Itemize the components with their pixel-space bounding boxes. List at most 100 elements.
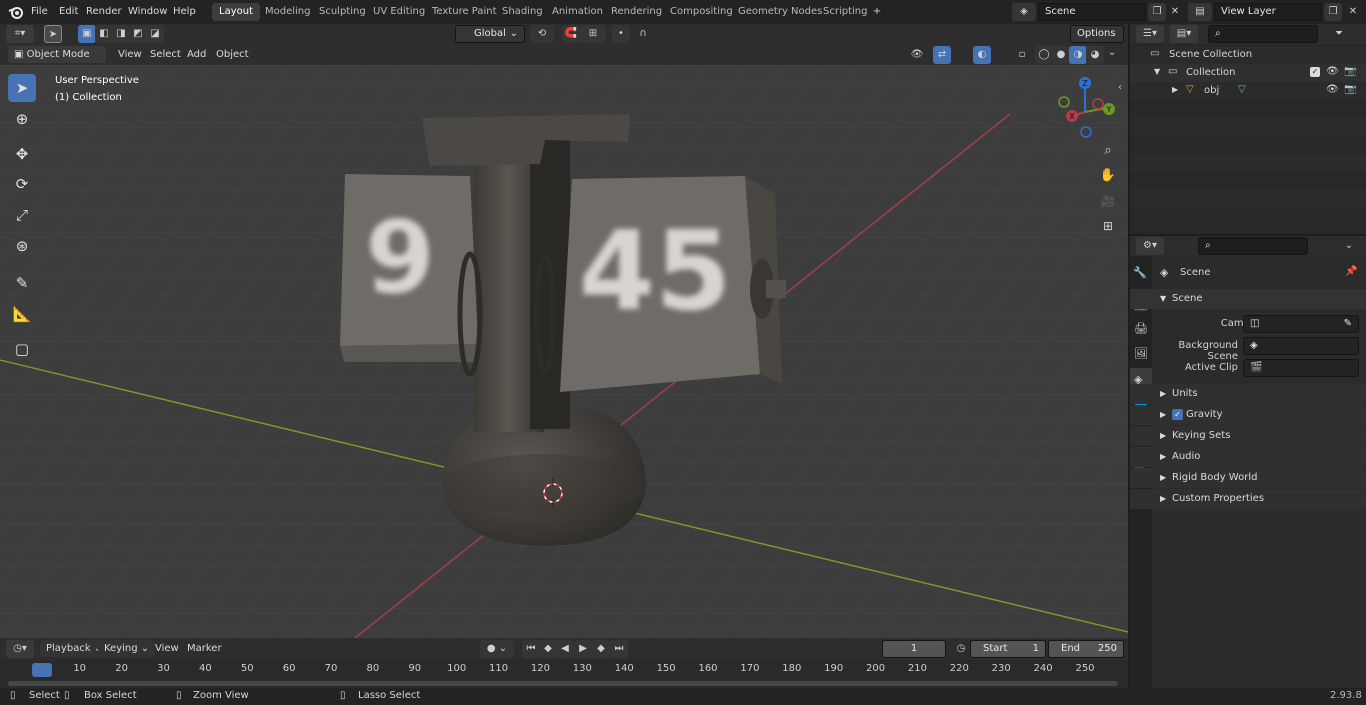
keying-sets-panel-header[interactable]: ▶ Keying Sets (1130, 426, 1366, 446)
rotate-tool-icon[interactable]: ⟳ (8, 170, 36, 198)
display-mode-icon[interactable]: ▤▾ (1170, 25, 1198, 43)
tab-animation[interactable]: Animation (545, 3, 610, 21)
camera-render-icon[interactable]: 📷 (1344, 84, 1356, 95)
blender-logo-icon[interactable] (8, 4, 24, 20)
tab-layout[interactable]: Layout (212, 3, 260, 21)
scene-field[interactable]: Scene (1038, 3, 1146, 21)
jump-keyframe-forward-icon[interactable]: ◆ (592, 640, 610, 658)
jump-end-icon[interactable]: ⏭ (610, 640, 628, 658)
pivot-point-icon[interactable]: ⟲ (530, 25, 554, 43)
mode-dropdown[interactable]: ▣ Object Mode (8, 46, 106, 63)
menu-edit[interactable]: Edit (54, 3, 83, 21)
tab-compositing[interactable]: Compositing (663, 3, 740, 21)
tool-tab-icon[interactable]: 🔧 (1133, 266, 1147, 279)
gravity-checkbox[interactable]: ✓ (1172, 409, 1183, 420)
eye-icon[interactable]: 👁 (1326, 66, 1339, 77)
timeline-track-area[interactable]: 1102030405060708090100110120130140150160… (0, 660, 1128, 688)
options-dropdown[interactable]: Options ⌄ (1070, 25, 1124, 55)
pin-icon[interactable]: 📌 (1345, 266, 1357, 277)
select-new-icon[interactable]: ▣ (78, 25, 96, 43)
outliner-editor-type-icon[interactable]: ☰▾ (1136, 25, 1164, 43)
wireframe-shading-icon[interactable]: ◯ (1035, 46, 1053, 64)
auto-keying-icon[interactable]: ● ⌄ (480, 640, 514, 658)
tab-scripting[interactable]: Scripting (816, 3, 874, 21)
properties-options-chevron-icon[interactable]: ⌄ (1340, 237, 1358, 255)
tab-shading[interactable]: Shading (495, 3, 550, 21)
shading-options-chevron-icon[interactable]: ⌄ (1108, 47, 1116, 58)
navigation-gizmo[interactable]: Z Y X (1052, 74, 1118, 140)
preview-range-clock-icon[interactable]: ◷ (952, 640, 970, 658)
rigid-body-world-panel-header[interactable]: ▶ Rigid Body World (1130, 468, 1366, 488)
xray-toggle-icon[interactable]: ▫ (1013, 46, 1031, 64)
add-workspace-icon[interactable]: + (868, 3, 886, 21)
exclude-checkbox[interactable]: ✓ (1310, 67, 1320, 77)
transform-orientation-dropdown[interactable]: Global ⌄ (455, 25, 525, 43)
snap-toggle-icon[interactable]: 🧲 (562, 25, 580, 43)
timeline-scrollbar[interactable] (8, 681, 1118, 686)
gravity-panel-header[interactable]: ▶ ✓ Gravity (1130, 405, 1366, 425)
background-scene-field[interactable]: ◈ (1243, 337, 1359, 355)
gizmo-toggle-icon[interactable]: ⇄ (933, 46, 951, 64)
filter-icon[interactable]: ⏷ (1326, 25, 1352, 43)
close-view-layer-icon[interactable]: ✕ (1344, 3, 1362, 21)
timeline-editor-type-icon[interactable]: ◷▾ (6, 640, 34, 658)
properties-search-input[interactable]: ⌕ (1198, 237, 1308, 255)
camera-view-icon[interactable]: 🎥 (1099, 192, 1117, 210)
visibility-filter-icon[interactable]: 👁 (904, 46, 930, 64)
add-cube-tool-icon[interactable]: ▢ (8, 335, 36, 363)
measure-tool-icon[interactable]: 📐 (8, 300, 36, 328)
outliner-row-scene-collection[interactable]: ▭ Scene Collection (1130, 46, 1366, 64)
jump-keyframe-back-icon[interactable]: ◆ (539, 640, 557, 658)
keying-menu[interactable]: Keying ⌄ (98, 640, 156, 657)
menu-object[interactable]: Object (210, 46, 255, 63)
menu-window[interactable]: Window (123, 3, 172, 21)
eye-icon[interactable]: 👁 (1326, 84, 1339, 95)
expand-arrow-icon[interactable]: ▶ (1172, 85, 1178, 94)
audio-panel-header[interactable]: ▶ Audio (1130, 447, 1366, 467)
new-scene-icon[interactable]: ❐ (1148, 3, 1166, 21)
scene-panel-header[interactable]: ▼ Scene (1130, 289, 1366, 309)
timeline-view-menu[interactable]: View (149, 640, 185, 657)
scale-tool-icon[interactable]: ⤢ (8, 201, 36, 229)
select-intersect-icon[interactable]: ◪ (146, 25, 164, 43)
editor-type-icon[interactable]: ⌗▾ (6, 25, 34, 43)
cursor-tool-icon[interactable]: ⊕ (8, 105, 36, 133)
menu-help[interactable]: Help (168, 3, 201, 21)
ortho-toggle-icon[interactable]: ⊞ (1099, 217, 1117, 235)
new-view-layer-icon[interactable]: ❐ (1324, 3, 1342, 21)
view-layer-tab-icon[interactable]: 🖼 (1134, 347, 1148, 360)
menu-add[interactable]: Add (181, 46, 212, 63)
3d-viewport[interactable]: 9 45 User Perspective (1) Collection ➤ ⊕… (0, 44, 1128, 638)
solid-shading-icon[interactable]: ● (1052, 46, 1070, 64)
eyedropper-icon[interactable]: ✎ (1344, 316, 1352, 332)
select-invert-icon[interactable]: ◩ (129, 25, 147, 43)
scene-selector-icon[interactable]: ◈ (1012, 3, 1036, 21)
tab-sculpting[interactable]: Sculpting (312, 3, 373, 21)
view-layer-field[interactable]: View Layer (1214, 3, 1322, 21)
tab-rendering[interactable]: Rendering (604, 3, 669, 21)
zoom-icon[interactable]: ⌕ (1099, 142, 1117, 160)
select-subtract-icon[interactable]: ◨ (112, 25, 130, 43)
menu-view[interactable]: View (112, 46, 148, 63)
chevron-left-icon[interactable]: ‹ (1118, 82, 1122, 93)
units-panel-header[interactable]: ▶ Units (1130, 384, 1366, 404)
jump-start-icon[interactable]: ⏮ (522, 640, 540, 658)
select-box-tool-icon[interactable]: ➤ (8, 74, 36, 102)
falloff-icon[interactable]: ∩ (630, 25, 656, 43)
active-clip-field[interactable]: 🎬 (1243, 359, 1359, 377)
overlay-toggle-icon[interactable]: ◐ (973, 46, 991, 64)
outliner-search-input[interactable]: ⌕ (1208, 25, 1318, 43)
close-scene-icon[interactable]: ✕ (1166, 3, 1184, 21)
output-tab-icon[interactable]: 🖨 (1134, 322, 1148, 335)
properties-editor-type-icon[interactable]: ⚙▾ (1136, 237, 1164, 255)
play-icon[interactable]: ▶ (574, 640, 592, 658)
snap-target-icon[interactable]: ⊞ (580, 25, 606, 43)
transform-tool-icon[interactable]: ⊛ (8, 232, 36, 260)
camera-render-icon[interactable]: 📷 (1344, 66, 1356, 77)
current-frame-field[interactable]: 1 (882, 640, 946, 658)
start-frame-field[interactable]: Start 1 (970, 640, 1046, 658)
select-tool-icon[interactable]: ➤ (44, 25, 62, 43)
rendered-shading-icon[interactable]: ◕ (1086, 46, 1104, 64)
end-frame-field[interactable]: End 250 (1048, 640, 1124, 658)
mesh-data-icon[interactable]: ▽ (1238, 84, 1246, 95)
